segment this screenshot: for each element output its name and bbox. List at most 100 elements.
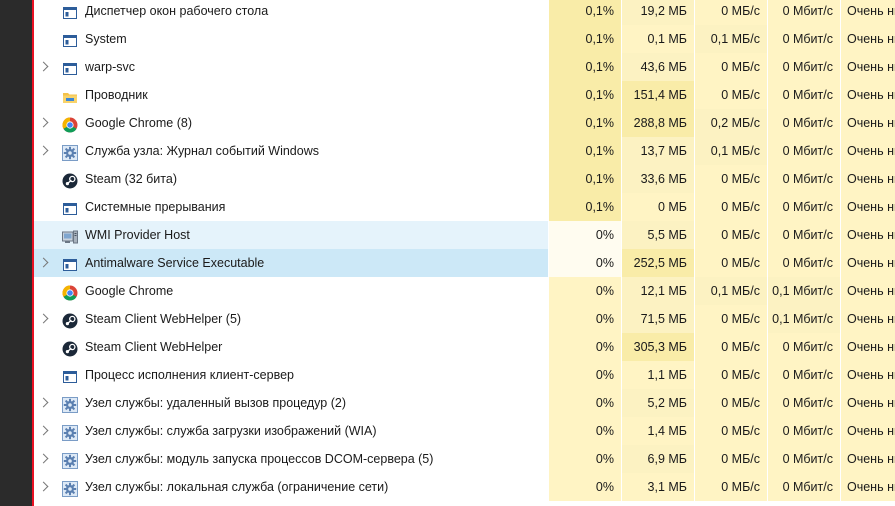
process-name: Steam (32 бита) bbox=[85, 172, 177, 186]
process-cpu-cell: 0% bbox=[548, 249, 621, 277]
process-power-cell: Очень ни bbox=[840, 249, 895, 277]
folder-icon bbox=[62, 87, 78, 103]
process-name-cell[interactable]: Узел службы: служба загрузки изображений… bbox=[34, 417, 548, 445]
process-row[interactable]: Steam Client WebHelper 0% 305,3 МБ 0 МБ/с 0 … bbox=[34, 333, 895, 361]
process-cpu-cell: 0,1% bbox=[548, 165, 621, 193]
process-name-cell[interactable]: Узел службы: модуль запуска процессов DC… bbox=[34, 445, 548, 473]
process-net-cell: 0 Мбит/с bbox=[767, 109, 840, 137]
process-power-cell: Очень ни bbox=[840, 53, 895, 81]
process-disk-cell: 0 МБ/с bbox=[694, 305, 767, 333]
process-row[interactable]: WMI Provider Host 0% 5,5 МБ 0 МБ/с 0 Мбит/с О… bbox=[34, 221, 895, 249]
process-cpu-cell: 0,1% bbox=[548, 193, 621, 221]
process-row[interactable]: Antimalware Service Executable 0% 252,5 МБ… bbox=[34, 249, 895, 277]
process-mem-cell: 71,5 МБ bbox=[621, 305, 694, 333]
gear-icon bbox=[62, 423, 78, 441]
chevron-right-icon[interactable] bbox=[38, 257, 49, 268]
process-row[interactable]: Системные прерывания 0,1% 0 МБ 0 МБ/с 0 Мбит… bbox=[34, 193, 895, 221]
process-net-cell: 0 Мбит/с bbox=[767, 389, 840, 417]
process-row[interactable]: Узел службы: модуль запуска процессов DC… bbox=[34, 445, 895, 473]
process-net-cell: 0 Мбит/с bbox=[767, 249, 840, 277]
process-row[interactable]: Steam (32 бита) 0,1% 33,6 МБ 0 МБ/с 0 Мбит/с… bbox=[34, 165, 895, 193]
process-row[interactable]: Узел службы: удаленный вызов процедур (2… bbox=[34, 389, 895, 417]
gear-icon bbox=[62, 395, 78, 413]
steam-icon bbox=[62, 171, 78, 189]
process-net-cell: 0 Мбит/с bbox=[767, 417, 840, 445]
process-row[interactable]: Диспетчер окон рабочего стола 0,1% 19,2 МБ… bbox=[34, 0, 895, 25]
process-mem-cell: 0,1 МБ bbox=[621, 25, 694, 53]
process-disk-cell: 0,1 МБ/с bbox=[694, 137, 767, 165]
process-mem-cell: 5,2 МБ bbox=[621, 389, 694, 417]
process-mem-cell: 33,6 МБ bbox=[621, 165, 694, 193]
process-name-cell[interactable]: Steam Client WebHelper bbox=[34, 333, 548, 361]
process-row[interactable]: Google Chrome 0% 12,1 МБ 0,1 МБ/с 0,1 Мбит/с… bbox=[34, 277, 895, 305]
chevron-right-icon[interactable] bbox=[38, 453, 49, 464]
process-name-cell[interactable]: Google Chrome bbox=[34, 277, 548, 305]
chevron-right-icon[interactable] bbox=[38, 425, 49, 436]
process-name: Проводник bbox=[85, 88, 148, 102]
process-name: WMI Provider Host bbox=[85, 228, 190, 242]
process-name: Google Chrome bbox=[85, 284, 174, 298]
process-net-cell: 0 Мбит/с bbox=[767, 137, 840, 165]
process-row[interactable]: warp-svc 0,1% 43,6 МБ 0 МБ/с 0 Мбит/с Очень н… bbox=[34, 53, 895, 81]
process-power-cell: Очень ни bbox=[840, 361, 895, 389]
process-row[interactable]: Google Chrome (8) 0,1% 288,8 МБ 0,2 МБ/с 0 М… bbox=[34, 109, 895, 137]
process-power-cell: Очень ни bbox=[840, 277, 895, 305]
process-name-cell[interactable]: Узел службы: удаленный вызов процедур (2… bbox=[34, 389, 548, 417]
process-disk-cell: 0 МБ/с bbox=[694, 81, 767, 109]
chevron-right-icon[interactable] bbox=[38, 397, 49, 408]
process-disk-cell: 0 МБ/с bbox=[694, 193, 767, 221]
process-row[interactable]: Steam Client WebHelper (5) 0% 71,5 МБ 0 МБ/… bbox=[34, 305, 895, 333]
process-name-cell[interactable]: Системные прерывания bbox=[34, 193, 548, 221]
process-row[interactable]: Узел службы: локальная служба (ограничен… bbox=[34, 473, 895, 501]
process-net-cell: 0 Мбит/с bbox=[767, 445, 840, 473]
process-mem-cell: 13,7 МБ bbox=[621, 137, 694, 165]
process-power-cell: Очень ни bbox=[840, 473, 895, 501]
chevron-right-icon[interactable] bbox=[38, 61, 49, 72]
process-mem-cell: 5,5 МБ bbox=[621, 221, 694, 249]
process-name-cell[interactable]: Узел службы: локальная служба (ограничен… bbox=[34, 473, 548, 501]
process-row[interactable]: Проводник 0,1% 151,4 МБ 0 МБ/с 0 Мбит/с Очень… bbox=[34, 81, 895, 109]
window-icon bbox=[62, 255, 78, 271]
chevron-right-icon[interactable] bbox=[38, 313, 49, 324]
process-name-cell[interactable]: Antimalware Service Executable bbox=[34, 249, 548, 277]
process-name-cell[interactable]: Процесс исполнения клиент-сервер bbox=[34, 361, 548, 389]
process-disk-cell: 0 МБ/с bbox=[694, 361, 767, 389]
process-name-cell[interactable]: System bbox=[34, 25, 548, 53]
process-disk-cell: 0 МБ/с bbox=[694, 249, 767, 277]
process-name-cell[interactable]: warp-svc bbox=[34, 53, 548, 81]
process-name-cell[interactable]: WMI Provider Host bbox=[34, 221, 548, 249]
process-net-cell: 0,1 Мбит/с bbox=[767, 305, 840, 333]
chevron-right-icon[interactable] bbox=[38, 145, 49, 156]
process-name-cell[interactable]: Диспетчер окон рабочего стола bbox=[34, 0, 548, 25]
process-power-cell: Очень ни bbox=[840, 305, 895, 333]
wmi-host-icon bbox=[62, 227, 78, 244]
process-power-cell: Очень ни bbox=[840, 417, 895, 445]
process-row[interactable]: Узел службы: служба загрузки изображений… bbox=[34, 417, 895, 445]
chevron-right-icon[interactable] bbox=[38, 117, 49, 128]
process-name-cell[interactable]: Google Chrome (8) bbox=[34, 109, 548, 137]
process-name: Узел службы: локальная служба (ограничен… bbox=[85, 480, 389, 494]
process-cpu-cell: 0,1% bbox=[548, 81, 621, 109]
process-row[interactable]: Служба узла: Журнал событий Windows 0,1% 1… bbox=[34, 137, 895, 165]
chrome-icon bbox=[62, 115, 78, 133]
process-mem-cell: 151,4 МБ bbox=[621, 81, 694, 109]
process-name-cell[interactable]: Служба узла: Журнал событий Windows bbox=[34, 137, 548, 165]
process-disk-cell: 0 МБ/с bbox=[694, 53, 767, 81]
process-disk-cell: 0,1 МБ/с bbox=[694, 277, 767, 305]
process-mem-cell: 288,8 МБ bbox=[621, 109, 694, 137]
process-name: Узел службы: служба загрузки изображений… bbox=[85, 424, 377, 438]
process-name: Служба узла: Журнал событий Windows bbox=[85, 144, 319, 158]
process-mem-cell: 6,9 МБ bbox=[621, 445, 694, 473]
process-name-cell[interactable]: Steam Client WebHelper (5) bbox=[34, 305, 548, 333]
process-row[interactable]: Процесс исполнения клиент-сервер 0% 1,1 МБ… bbox=[34, 361, 895, 389]
chevron-right-icon[interactable] bbox=[38, 481, 49, 492]
process-disk-cell: 0,1 МБ/с bbox=[694, 25, 767, 53]
process-name-cell[interactable]: Проводник bbox=[34, 81, 548, 109]
process-row[interactable]: System 0,1%0,1 МБ0,1 МБ/с0 Мбит/сОчень ни bbox=[34, 25, 895, 53]
process-net-cell: 0 Мбит/с bbox=[767, 193, 840, 221]
process-cpu-cell: 0,1% bbox=[548, 137, 621, 165]
process-net-cell: 0 Мбит/с bbox=[767, 361, 840, 389]
process-name-cell[interactable]: Steam (32 бита) bbox=[34, 165, 548, 193]
process-cpu-cell: 0% bbox=[548, 361, 621, 389]
process-power-cell: Очень ни bbox=[840, 193, 895, 221]
